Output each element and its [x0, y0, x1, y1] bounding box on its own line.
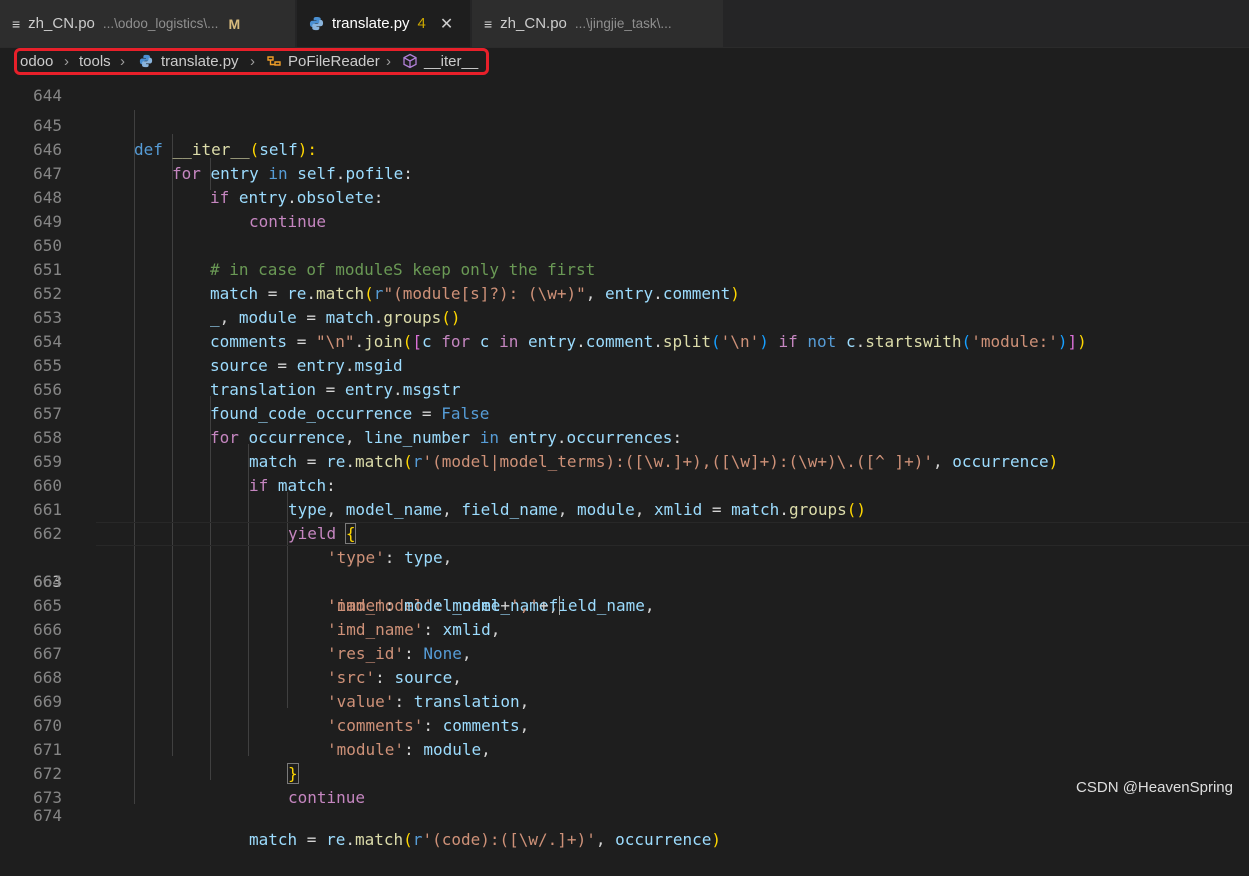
line-number: 674	[33, 806, 62, 825]
code-line: 646 for entry in self.pofile:	[0, 114, 1249, 183]
code-editor[interactable]: 644 645 def __iter__(self): 646 for entr…	[0, 76, 1249, 849]
code-line: 674 match = re.match(r'(code):([\w/.]+)'…	[0, 780, 1249, 849]
code-line: 658 match = re.match(r'(model|model_term…	[0, 402, 1249, 471]
code-line: 653 comments = "\n".join([c for c in ent…	[0, 282, 1249, 351]
code-line: 659 if match:	[0, 426, 1249, 495]
tab-path: ...\jingjie_task\...	[574, 16, 672, 31]
problems-count: 4	[417, 15, 426, 32]
current-code-line: 663 'imd_model': model_name,	[0, 522, 1249, 615]
code-line: 649	[0, 186, 1249, 231]
editor-tab-bar: ≡ zh_CN.po ...\odoo_logistics\... M tran…	[0, 0, 1249, 48]
code-line: 669 'comments': comments,	[0, 666, 1249, 735]
po-file-icon: ≡	[12, 15, 21, 32]
tab-translate-py[interactable]: translate.py 4 ✕	[297, 0, 471, 47]
code-line: 654 source = entry.msgid	[0, 306, 1249, 375]
watermark: CSDN @HeavenSpring	[1076, 779, 1233, 796]
current-line-highlight	[96, 522, 1249, 546]
tab-label: zh_CN.po	[28, 15, 95, 32]
code-line: 671 }	[0, 714, 1249, 784]
code-line: 660 type, model_name, field_name, module…	[0, 450, 1249, 519]
tab-label: translate.py	[332, 15, 410, 32]
tab-zh-cn-po-jingjie[interactable]: ≡ zh_CN.po ...\jingjie_task\...	[472, 0, 724, 47]
code-line: 664 'name': model_name+','+field_name,	[0, 546, 1249, 615]
tab-path: ...\odoo_logistics\...	[102, 16, 219, 31]
code-line: 670 'module': module,	[0, 690, 1249, 759]
code-line: 668 'value': translation,	[0, 642, 1249, 711]
code-line: 661 yield {	[0, 474, 1249, 544]
code-line: 656 found_code_occurrence = False	[0, 354, 1249, 423]
code-line: 652 _, module = match.groups()	[0, 258, 1249, 327]
tab-label: zh_CN.po	[500, 15, 567, 32]
code-text: match = re.match(r'(code):([\w/.]+)', oc…	[249, 830, 722, 849]
code-line: 645 def __iter__(self):	[0, 90, 1249, 159]
modified-badge: M	[228, 15, 241, 32]
code-line: 662 'type': type,	[0, 498, 1249, 567]
code-line: 667 'src': source,	[0, 618, 1249, 687]
po-file-icon: ≡	[484, 15, 493, 32]
code-line: 644	[0, 60, 1249, 105]
code-line: 647 if entry.obsolete:	[0, 138, 1249, 207]
code-line: 650 # in case of moduleS keep only the f…	[0, 210, 1249, 279]
code-line: 648 continue	[0, 162, 1249, 231]
python-file-icon	[309, 16, 324, 31]
code-line: 655 translation = entry.msgstr	[0, 330, 1249, 399]
code-line: 665 'imd_name': xmlid,	[0, 570, 1249, 639]
tab-zh-cn-po-logistics[interactable]: ≡ zh_CN.po ...\odoo_logistics\... M	[0, 0, 296, 47]
code-line: 672 continue	[0, 738, 1249, 807]
code-line: 666 'res_id': None,	[0, 594, 1249, 663]
close-icon[interactable]: ✕	[440, 14, 453, 34]
code-line: 657 for occurrence, line_number in entry…	[0, 378, 1249, 447]
code-line: 651 match = re.match(r"(module[s]?): (\w…	[0, 234, 1249, 303]
